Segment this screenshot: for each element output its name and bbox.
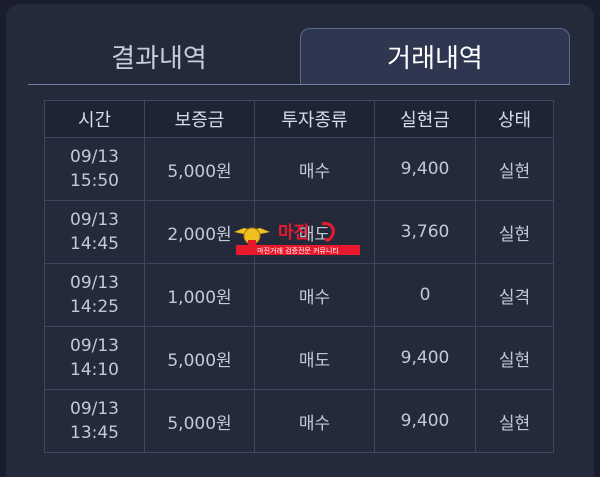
time-cell: 09/13 15:50 [44, 137, 145, 201]
time-text: 13:45 [70, 423, 119, 443]
date-text: 09/13 [70, 273, 119, 293]
table-row: 09/13 14:10 5,000원 매도 9,400 실현 [44, 326, 554, 390]
time-cell: 09/13 14:10 [44, 326, 145, 390]
table-row: 09/13 14:45 2,000원 매도 3,760 실현 [44, 200, 554, 264]
tab-results[interactable]: 결과내역 [24, 28, 294, 84]
table-header-row: 시간 보증금 투자종류 실현금 상태 [44, 100, 554, 138]
header-realized: 실현금 [374, 100, 476, 138]
deposit-cell: 5,000원 [144, 326, 255, 390]
tab-bar: 결과내역 거래내역 [24, 28, 570, 84]
header-deposit: 보증금 [144, 100, 255, 138]
table-row: 09/13 14:25 1,000원 매수 0 실격 [44, 263, 554, 327]
time-cell: 09/13 14:25 [44, 263, 145, 327]
deposit-cell: 2,000원 [144, 200, 255, 264]
realized-cell: 3,760 [374, 200, 476, 264]
date-text: 09/13 [70, 147, 119, 167]
type-cell: 매도 [254, 326, 375, 390]
status-cell: 실현 [475, 137, 554, 201]
header-time: 시간 [44, 100, 145, 138]
deposit-cell: 5,000원 [144, 137, 255, 201]
deposit-cell: 1,000원 [144, 263, 255, 327]
type-cell: 매수 [254, 137, 375, 201]
time-text: 14:45 [70, 234, 119, 254]
tab-divider [28, 84, 570, 85]
date-text: 09/13 [70, 399, 119, 419]
type-cell: 매수 [254, 263, 375, 327]
type-cell: 매수 [254, 389, 375, 453]
time-cell: 09/13 13:45 [44, 389, 145, 453]
status-cell: 실격 [475, 263, 554, 327]
header-type: 투자종류 [254, 100, 375, 138]
deposit-cell: 5,000원 [144, 389, 255, 453]
realized-cell: 0 [374, 263, 476, 327]
status-cell: 실현 [475, 326, 554, 390]
header-status: 상태 [475, 100, 554, 138]
status-cell: 실현 [475, 389, 554, 453]
realized-cell: 9,400 [374, 137, 476, 201]
time-text: 14:10 [70, 360, 119, 380]
table-row: 09/13 13:45 5,000원 매수 9,400 실현 [44, 389, 554, 453]
date-text: 09/13 [70, 336, 119, 356]
table-row: 09/13 15:50 5,000원 매수 9,400 실현 [44, 137, 554, 201]
type-cell: 매도 [254, 200, 375, 264]
status-cell: 실현 [475, 200, 554, 264]
realized-cell: 9,400 [374, 389, 476, 453]
history-table: 시간 보증금 투자종류 실현금 상태 09/13 15:50 5,000원 매수 … [44, 100, 554, 453]
time-text: 15:50 [70, 171, 119, 191]
date-text: 09/13 [70, 210, 119, 230]
time-cell: 09/13 14:45 [44, 200, 145, 264]
realized-cell: 9,400 [374, 326, 476, 390]
time-text: 14:25 [70, 297, 119, 317]
tab-history[interactable]: 거래내역 [300, 28, 570, 84]
